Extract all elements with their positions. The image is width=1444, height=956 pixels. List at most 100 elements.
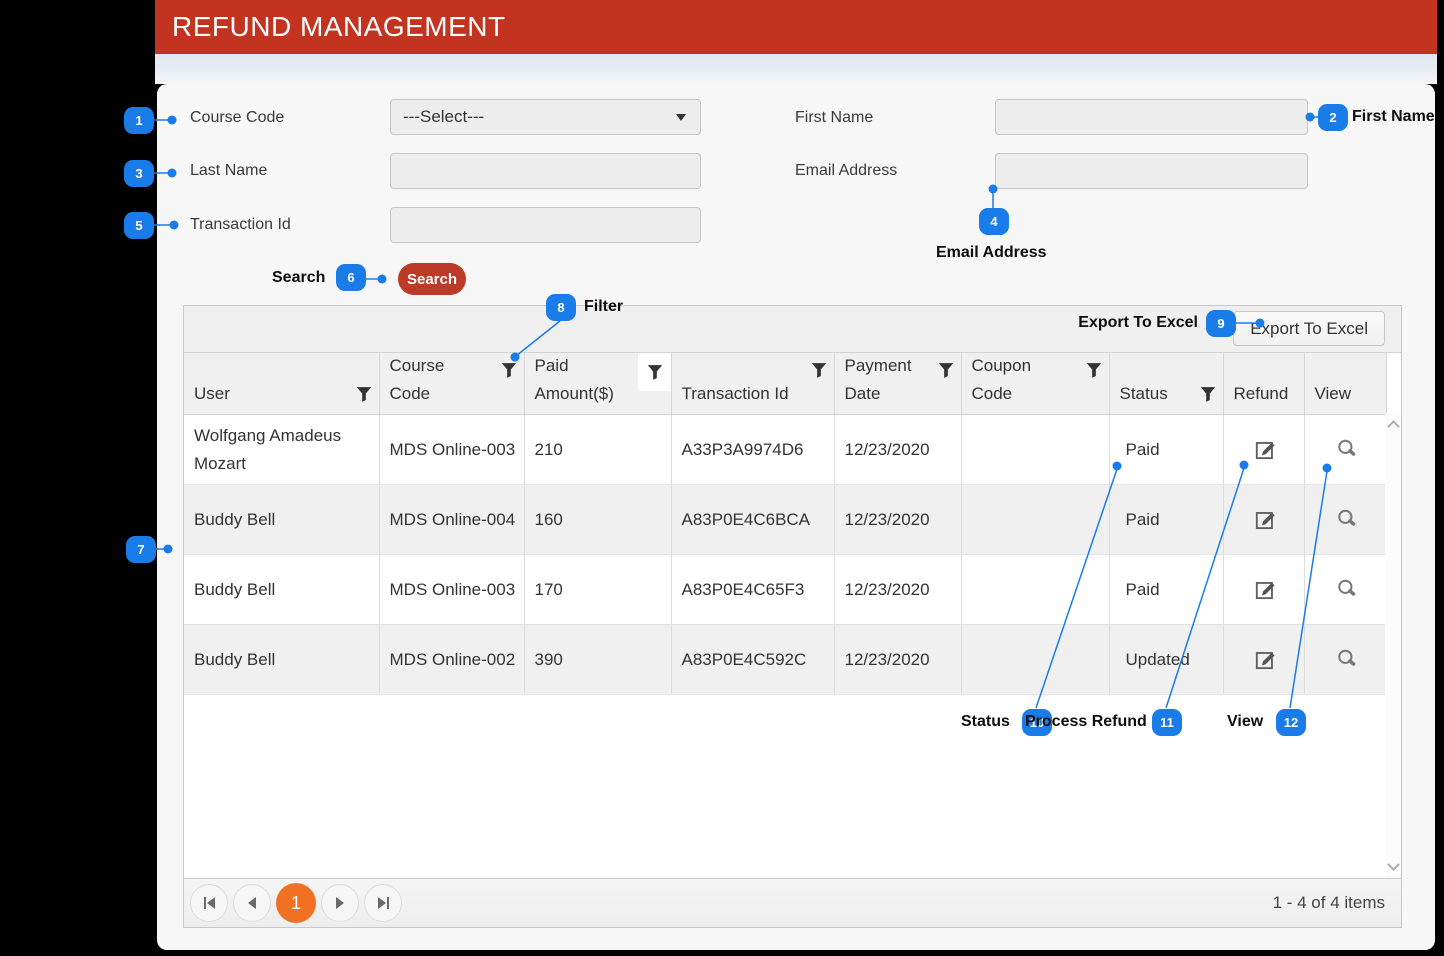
col-header-refund: Refund (1223, 353, 1304, 415)
cell-coupon-code (961, 625, 1109, 695)
col-header-transaction-id: Transaction Id (671, 353, 834, 415)
filter-icon[interactable] (938, 362, 954, 378)
callout-badge-7: 7 (126, 536, 156, 563)
filter-icon[interactable] (501, 362, 517, 378)
scroll-up-icon[interactable] (1387, 420, 1400, 433)
screenshot-canvas: REFUND MANAGEMENT Course Code ---Select-… (0, 0, 1444, 956)
col-header-payment-date: Payment Date (834, 353, 961, 415)
export-to-excel-button[interactable]: Export To Excel (1233, 311, 1385, 346)
last-page-button[interactable] (364, 884, 402, 922)
col-header-paid-amount: Paid Amount($) (524, 353, 671, 415)
header-row: User Course Code Paid Amount($) (184, 353, 1386, 415)
cell-status: Paid (1109, 415, 1223, 485)
cell-user: Buddy Bell (184, 625, 379, 695)
cell-paid-amount: 170 (524, 555, 671, 625)
cell-refund (1223, 555, 1304, 625)
cell-view (1304, 555, 1386, 625)
transaction-id-field[interactable] (390, 207, 701, 243)
grid-body: User Course Code Paid Amount($) (184, 353, 1401, 880)
first-page-button[interactable] (190, 884, 228, 922)
search-button[interactable]: Search (398, 263, 466, 295)
cell-course-code: MDS Online-004 (379, 485, 524, 555)
view-icon[interactable] (1334, 647, 1360, 673)
col-header-course-code: Course Code (379, 353, 524, 415)
cell-status: Updated (1109, 625, 1223, 695)
course-code-label: Course Code (190, 109, 284, 127)
refunds-grid: Export To Excel User (183, 305, 1402, 928)
first-name-field[interactable] (995, 99, 1308, 135)
table-row: Wolfgang Amadeus Mozart MDS Online-003 2… (184, 415, 1386, 485)
view-icon[interactable] (1334, 507, 1360, 533)
chevron-down-icon (676, 114, 686, 121)
cell-view (1304, 485, 1386, 555)
cell-course-code: MDS Online-003 (379, 415, 524, 485)
process-refund-icon[interactable] (1253, 577, 1279, 603)
filter-icon[interactable] (1086, 362, 1102, 378)
cell-transaction-id: A83P0E4C6BCA (671, 485, 834, 555)
col-header-view: View (1304, 353, 1386, 415)
email-address-field[interactable] (995, 153, 1308, 189)
filter-icon[interactable] (647, 364, 663, 380)
cell-payment-date: 12/23/2020 (834, 625, 961, 695)
view-icon[interactable] (1334, 577, 1360, 603)
cell-payment-date: 12/23/2020 (834, 485, 961, 555)
transaction-id-label: Transaction Id (190, 216, 291, 234)
cell-refund (1223, 485, 1304, 555)
callout-badge-3: 3 (124, 160, 154, 187)
page-title: REFUND MANAGEMENT (172, 0, 506, 54)
table-row: Buddy Bell MDS Online-002 390 A83P0E4C59… (184, 625, 1386, 695)
grid-pager: 1 1 - 4 of 4 items (184, 878, 1401, 927)
course-code-select[interactable]: ---Select--- (390, 99, 701, 135)
cell-payment-date: 12/23/2020 (834, 415, 961, 485)
cell-coupon-code (961, 485, 1109, 555)
cell-transaction-id: A83P0E4C592C (671, 625, 834, 695)
pager-buttons: 1 (190, 879, 402, 927)
process-refund-icon[interactable] (1253, 647, 1279, 673)
process-refund-icon[interactable] (1253, 437, 1279, 463)
last-name-label: Last Name (190, 162, 267, 180)
cell-user: Wolfgang Amadeus Mozart (184, 415, 379, 485)
table-row: Buddy Bell MDS Online-003 170 A83P0E4C65… (184, 555, 1386, 625)
table-row: Buddy Bell MDS Online-004 160 A83P0E4C6B… (184, 485, 1386, 555)
col-header-coupon-code: Coupon Code (961, 353, 1109, 415)
header-sub-strip (155, 54, 1437, 84)
filter-icon[interactable] (1200, 386, 1216, 402)
previous-page-button[interactable] (233, 884, 271, 922)
cell-course-code: MDS Online-002 (379, 625, 524, 695)
filter-highlight (638, 353, 671, 391)
app-header: REFUND MANAGEMENT (155, 0, 1437, 54)
cell-transaction-id: A33P3A9974D6 (671, 415, 834, 485)
cell-course-code: MDS Online-003 (379, 555, 524, 625)
course-code-select-value: ---Select--- (403, 107, 484, 126)
last-name-field[interactable] (390, 153, 701, 189)
filter-icon[interactable] (811, 362, 827, 378)
cell-status: Paid (1109, 555, 1223, 625)
cell-view (1304, 415, 1386, 485)
refund-management-window: REFUND MANAGEMENT Course Code ---Select-… (155, 0, 1437, 956)
filter-icon[interactable] (356, 386, 372, 402)
view-icon[interactable] (1334, 437, 1360, 463)
email-address-label: Email Address (795, 162, 897, 180)
cell-coupon-code (961, 415, 1109, 485)
cell-paid-amount: 160 (524, 485, 671, 555)
grid-toolbar: Export To Excel (184, 306, 1401, 353)
vertical-scrollbar[interactable] (1385, 413, 1401, 878)
refunds-table: User Course Code Paid Amount($) (184, 353, 1387, 695)
current-page-button[interactable]: 1 (276, 883, 316, 923)
next-page-button[interactable] (321, 884, 359, 922)
cell-paid-amount: 210 (524, 415, 671, 485)
cell-coupon-code (961, 555, 1109, 625)
cell-status: Paid (1109, 485, 1223, 555)
scroll-down-icon[interactable] (1387, 858, 1400, 871)
col-header-status: Status (1109, 353, 1223, 415)
col-header-user: User (184, 353, 379, 415)
cell-paid-amount: 390 (524, 625, 671, 695)
cell-user: Buddy Bell (184, 555, 379, 625)
process-refund-icon[interactable] (1253, 507, 1279, 533)
pager-summary: 1 - 4 of 4 items (1273, 879, 1385, 927)
cell-transaction-id: A83P0E4C65F3 (671, 555, 834, 625)
callout-badge-1: 1 (124, 107, 154, 134)
callout-badge-5: 5 (124, 212, 154, 239)
first-name-label: First Name (795, 109, 873, 127)
cell-payment-date: 12/23/2020 (834, 555, 961, 625)
